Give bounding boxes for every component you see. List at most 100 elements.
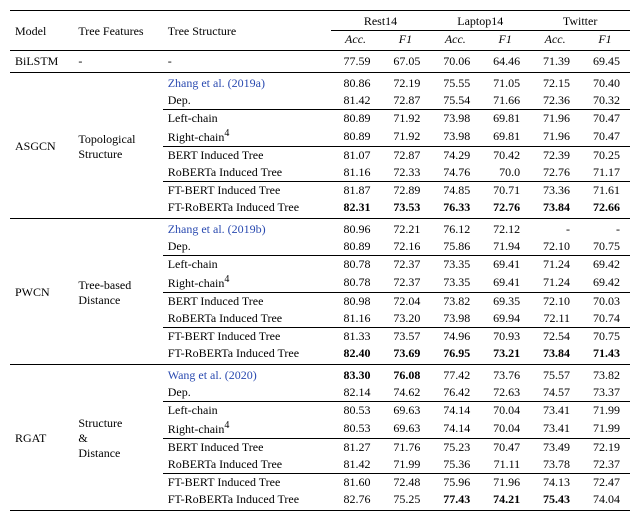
model-cell: RGAT — [10, 365, 73, 511]
value-cell: 71.76 — [380, 439, 430, 457]
structure-cell: Zhang et al. (2019b) — [163, 219, 331, 239]
col-twitter-f1: F1 — [580, 31, 630, 51]
value-cell: 76.42 — [430, 384, 480, 402]
value-cell: 73.82 — [580, 365, 630, 385]
value-cell: 74.13 — [530, 474, 580, 492]
col-rest14: Rest14 — [331, 11, 431, 31]
value-cell: 69.81 — [480, 110, 530, 128]
structure-cell: BERT Induced Tree — [163, 147, 331, 165]
value-cell: 75.55 — [430, 73, 480, 93]
value-cell: 81.16 — [331, 310, 381, 328]
value-cell: 73.20 — [380, 310, 430, 328]
value-cell: 70.0 — [480, 164, 530, 182]
value-cell: 80.53 — [331, 419, 381, 439]
value-cell: 72.33 — [380, 164, 430, 182]
value-cell: 69.45 — [580, 51, 630, 73]
value-cell: 67.05 — [380, 51, 430, 73]
value-cell: 73.82 — [430, 293, 480, 311]
col-laptop14-acc: Acc. — [430, 31, 480, 51]
value-cell: 73.49 — [530, 439, 580, 457]
structure-cell: Wang et al. (2020) — [163, 365, 331, 385]
model-cell: ASGCN — [10, 73, 73, 219]
value-cell: 76.95 — [430, 345, 480, 365]
structure-cell: Right-chain4 — [163, 127, 331, 147]
value-cell: 82.31 — [331, 199, 381, 219]
value-cell: 80.78 — [331, 256, 381, 274]
structure-cell: Right-chain4 — [163, 273, 331, 293]
value-cell: 73.37 — [580, 384, 630, 402]
value-cell: 74.57 — [530, 384, 580, 402]
value-cell: 71.43 — [580, 345, 630, 365]
value-cell: 81.42 — [331, 456, 381, 474]
structure-cell: FT-BERT Induced Tree — [163, 182, 331, 200]
value-cell: 71.99 — [380, 456, 430, 474]
value-cell: 82.76 — [331, 491, 381, 511]
value-cell: 75.36 — [430, 456, 480, 474]
value-cell: 73.35 — [430, 273, 480, 293]
structure-cell: Zhang et al. (2019a) — [163, 73, 331, 93]
value-cell: 76.12 — [430, 219, 480, 239]
value-cell: 72.19 — [580, 439, 630, 457]
col-twitter: Twitter — [530, 11, 630, 31]
value-cell: 70.32 — [580, 92, 630, 110]
value-cell: 80.89 — [331, 238, 381, 256]
structure-cell: Dep. — [163, 384, 331, 402]
value-cell: 70.74 — [580, 310, 630, 328]
table-row: BiLSTM--77.5967.0570.0664.4671.3969.45 — [10, 51, 630, 73]
value-cell: 69.81 — [480, 127, 530, 147]
value-cell: 73.76 — [480, 365, 530, 385]
table-row: ASGCNTopologicalStructureZhang et al. (2… — [10, 73, 630, 93]
structure-cell: Dep. — [163, 92, 331, 110]
structure-cell: Left-chain — [163, 402, 331, 420]
value-cell: 77.42 — [430, 365, 480, 385]
value-cell: 71.05 — [480, 73, 530, 93]
value-cell: 71.66 — [480, 92, 530, 110]
value-cell: 73.36 — [530, 182, 580, 200]
value-cell: 83.30 — [331, 365, 381, 385]
col-tree-features: Tree Features — [73, 11, 162, 51]
value-cell: 72.21 — [380, 219, 430, 239]
value-cell: 71.96 — [480, 474, 530, 492]
value-cell: 73.98 — [430, 310, 480, 328]
value-cell: 72.10 — [530, 238, 580, 256]
value-cell: 72.37 — [380, 273, 430, 293]
value-cell: 71.24 — [530, 273, 580, 293]
value-cell: 72.54 — [530, 328, 580, 346]
value-cell: 71.99 — [580, 419, 630, 439]
structure-cell: Left-chain — [163, 110, 331, 128]
value-cell: 71.92 — [380, 110, 430, 128]
value-cell: 72.16 — [380, 238, 430, 256]
value-cell: 70.06 — [430, 51, 480, 73]
value-cell: 75.25 — [380, 491, 430, 511]
value-cell: 73.41 — [530, 402, 580, 420]
value-cell: 72.36 — [530, 92, 580, 110]
value-cell: 76.08 — [380, 365, 430, 385]
value-cell: - — [580, 219, 630, 239]
structure-cell: RoBERTa Induced Tree — [163, 164, 331, 182]
value-cell: 71.96 — [530, 110, 580, 128]
structure-cell: Left-chain — [163, 256, 331, 274]
structure-cell: Right-chain4 — [163, 419, 331, 439]
results-table: Model Tree Features Tree Structure Rest1… — [10, 10, 630, 511]
value-cell: 72.87 — [380, 92, 430, 110]
table-row: RGATStructure&DistanceWang et al. (2020)… — [10, 365, 630, 385]
value-cell: 81.27 — [331, 439, 381, 457]
value-cell: 69.42 — [580, 256, 630, 274]
value-cell: 64.46 — [480, 51, 530, 73]
value-cell: 72.37 — [580, 456, 630, 474]
col-laptop14-f1: F1 — [480, 31, 530, 51]
value-cell: 75.86 — [430, 238, 480, 256]
features-cell: TopologicalStructure — [73, 73, 162, 219]
value-cell: 74.62 — [380, 384, 430, 402]
value-cell: 70.71 — [480, 182, 530, 200]
value-cell: 75.43 — [530, 491, 580, 511]
value-cell: 73.53 — [380, 199, 430, 219]
value-cell: 74.14 — [430, 419, 480, 439]
value-cell: 69.41 — [480, 273, 530, 293]
value-cell: 75.96 — [430, 474, 480, 492]
features-cell: Structure&Distance — [73, 365, 162, 511]
value-cell: 72.15 — [530, 73, 580, 93]
value-cell: 73.78 — [530, 456, 580, 474]
value-cell: 72.47 — [580, 474, 630, 492]
value-cell: 74.76 — [430, 164, 480, 182]
